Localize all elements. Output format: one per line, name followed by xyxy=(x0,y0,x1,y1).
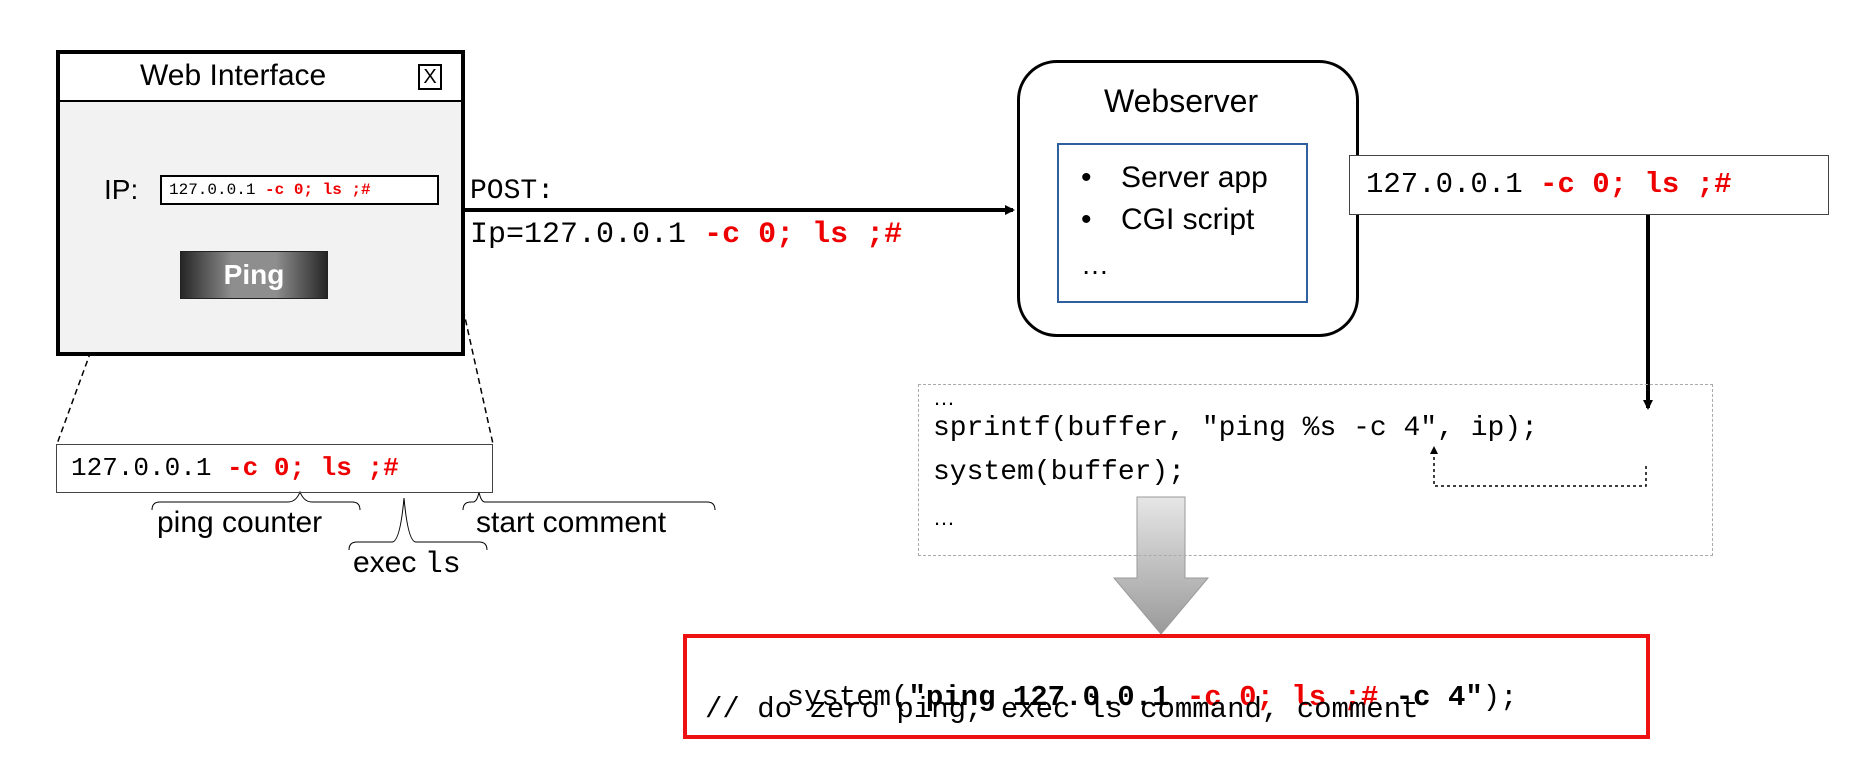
ping-button[interactable]: Ping xyxy=(180,251,328,299)
server-input-value: 127.0.0.1 xyxy=(1366,168,1523,201)
result-box: system("ping 127.0.0.1 -c 0; ls ;# -c 4"… xyxy=(683,634,1650,739)
zoomed-ip-injected: -c 0; ls ;# xyxy=(227,453,399,483)
web-interface-window: Web Interface X IP: 127.0.0.1 -c 0; ls ;… xyxy=(56,50,465,356)
code-line-system: system(buffer); xyxy=(933,457,1186,488)
annotation-ping-counter: ping counter xyxy=(157,506,323,539)
service-server-app: • Server app xyxy=(1081,161,1268,195)
bullet-icon: • xyxy=(1081,161,1092,194)
window-title: Web Interface xyxy=(140,59,327,92)
ip-input-value: 127.0.0.1 xyxy=(169,181,256,199)
post-injected: -c 0; ls ;# xyxy=(704,218,903,252)
close-icon: X xyxy=(423,66,437,88)
code-snippet: … sprintf(buffer, "ping %s -c 4", ip); s… xyxy=(918,384,1713,556)
server-input-injected: -c 0; ls ;# xyxy=(1540,168,1732,201)
server-received-input: 127.0.0.1 -c 0; ls ;# xyxy=(1349,155,1829,215)
bullet-icon: • xyxy=(1081,203,1092,236)
close-button[interactable]: X xyxy=(418,64,442,90)
webserver-box: Webserver • Server app • CGI script … xyxy=(1017,60,1359,337)
service-cgi-script-label: CGI script xyxy=(1121,203,1255,236)
code-ellipsis-bottom: … xyxy=(933,505,955,530)
annotation-exec-cmd: ls xyxy=(424,548,461,582)
annotation-exec-word: exec xyxy=(353,546,417,579)
result-suffix: ); xyxy=(1482,681,1518,714)
ip-input-injected: -c 0; ls ;# xyxy=(265,181,371,199)
zoomed-ip-value: 127.0.0.1 xyxy=(71,453,212,483)
webserver-title: Webserver xyxy=(1104,83,1259,119)
annotation-exec: exec ls xyxy=(353,546,461,582)
ip-input[interactable]: 127.0.0.1 -c 0; ls ;# xyxy=(160,175,439,205)
ping-button-label: Ping xyxy=(223,259,285,290)
annotation-start-comment: start comment xyxy=(476,506,667,539)
post-param: Ip=127.0.0.1 xyxy=(470,218,687,252)
post-body: Ip=127.0.0.1 -c 0; ls ;# xyxy=(470,218,902,252)
zoomed-ip-input: 127.0.0.1 -c 0; ls ;# xyxy=(56,444,493,493)
window-titlebar: Web Interface X xyxy=(60,54,461,102)
webserver-services: • Server app • CGI script … xyxy=(1057,143,1308,303)
service-ellipsis: … xyxy=(1081,249,1109,280)
code-line-sprintf: sprintf(buffer, "ping %s -c 4", ip); xyxy=(933,413,1538,444)
code-ellipsis-top: … xyxy=(933,385,955,410)
service-server-app-label: Server app xyxy=(1121,161,1268,194)
result-comment: // do zero ping, exec ls command, commen… xyxy=(705,693,1419,726)
brace-exec xyxy=(348,497,488,551)
ip-label: IP: xyxy=(104,174,139,205)
service-cgi-script: • CGI script xyxy=(1081,203,1254,237)
post-method: POST: xyxy=(470,176,555,207)
